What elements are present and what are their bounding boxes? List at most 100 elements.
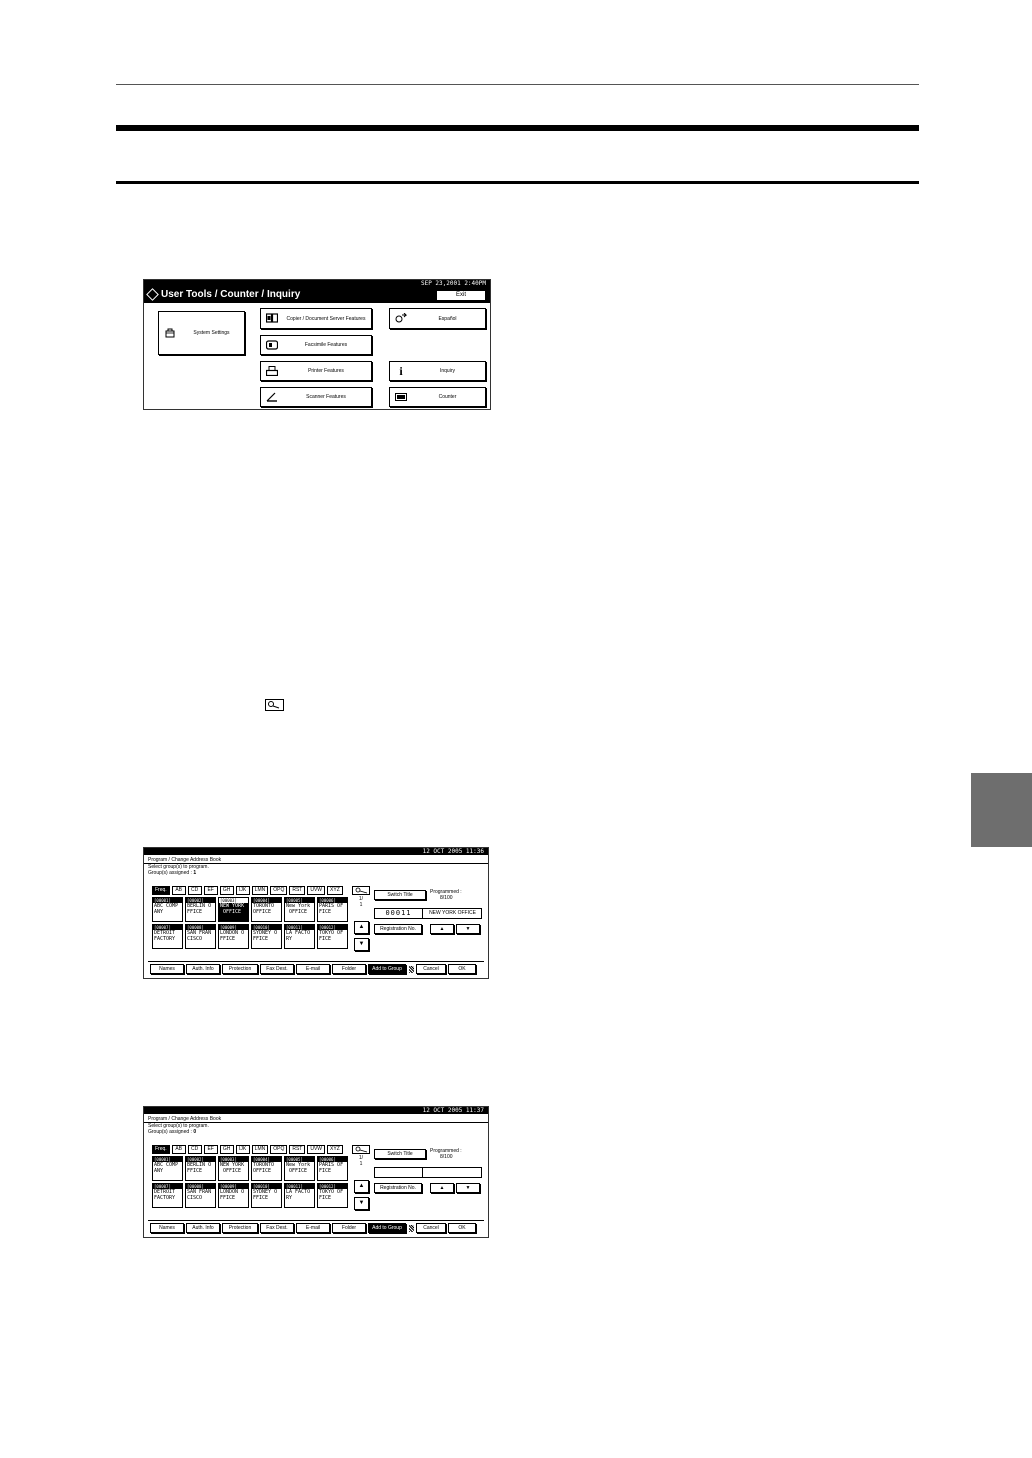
address-entry[interactable]: [00005] New York OFFICE (284, 1156, 315, 1181)
index-tab-freq[interactable]: Freq. (152, 886, 170, 895)
search-button[interactable] (352, 1145, 370, 1154)
registration-no-button[interactable]: Registration No. (374, 924, 422, 934)
index-tab-ijk[interactable]: IJK (235, 1145, 250, 1154)
scroll-down-button[interactable]: ▼ (456, 1183, 480, 1193)
address-entry[interactable]: [00010] SYDNEY O FFICE (251, 1183, 282, 1208)
index-tab-cd[interactable]: CD (187, 886, 202, 895)
auth-info-tab[interactable]: Auth. Info (186, 1223, 220, 1233)
page-up-button[interactable]: ▲ (354, 921, 369, 934)
exit-button[interactable]: Exit (436, 290, 486, 301)
address-entry[interactable]: [00001] ABC COMP ANY (152, 1156, 183, 1181)
registration-name: NEW YORK OFFICE (429, 910, 476, 916)
address-entry[interactable]: [00007] DETROIT FACTORY (152, 924, 183, 949)
address-entry[interactable]: [00006] PARIS OF FICE (317, 897, 348, 922)
registration-no-button[interactable]: Registration No. (374, 1183, 422, 1193)
inquiry-button[interactable]: i Inquiry (389, 361, 486, 381)
address-entry[interactable]: [00012] TOKYO OF FICE (317, 924, 348, 949)
e-mail-tab[interactable]: E-mail (296, 964, 330, 974)
address-entry[interactable]: [00011] LA FACTO RY (284, 1183, 315, 1208)
printer-icon (266, 366, 278, 376)
printer-features-button[interactable]: Printer Features (260, 361, 372, 381)
ok-button[interactable]: OK (448, 1223, 476, 1233)
auth-info-tab[interactable]: Auth. Info (186, 964, 220, 974)
index-tab-ijk[interactable]: IJK (235, 886, 250, 895)
add-to-group-tab[interactable]: Add to Group (368, 1223, 406, 1233)
copier-features-button[interactable]: Copier / Document Server Features (260, 308, 372, 329)
names-tab[interactable]: Names (150, 1223, 184, 1233)
index-tab-freq[interactable]: Freq. (152, 1145, 170, 1154)
entry-name: ABC COMP ANY (154, 903, 179, 915)
cancel-button[interactable]: Cancel (416, 1223, 446, 1233)
address-entry[interactable]: [00009] LONDON O FFICE (218, 1183, 249, 1208)
protection-tab[interactable]: Protection (222, 964, 258, 974)
index-tab-cd[interactable]: CD (187, 1145, 202, 1154)
screen-title: User Tools / Counter / Inquiry (161, 289, 301, 300)
cancel-button[interactable]: Cancel (416, 964, 446, 974)
index-tab-ef[interactable]: EF (203, 1145, 218, 1154)
index-tab-opq[interactable]: OPQ (270, 886, 288, 895)
index-tab-gh[interactable]: GH (219, 886, 234, 895)
user-tools-screen: SEP 23,2001 2:40PM User Tools / Counter … (143, 279, 491, 410)
counter-button[interactable]: Counter (389, 387, 486, 407)
entry-name: PARIS OF FICE (319, 1162, 344, 1174)
page-up-button[interactable]: ▲ (354, 1180, 369, 1193)
address-entry[interactable]: [00004] TORONTO OFFICE (251, 897, 282, 922)
header-rule (116, 84, 919, 85)
address-entry[interactable]: [00008] SAN FRAN CISCO (185, 1183, 216, 1208)
address-entry[interactable]: [00010] SYDNEY O FFICE (251, 924, 282, 949)
index-tab-lmn[interactable]: LMN (251, 1145, 269, 1154)
address-entry[interactable]: [00001] ABC COMP ANY (152, 897, 183, 922)
address-entry[interactable]: [00002] BERLIN O FFICE (185, 1156, 216, 1181)
scanner-features-button[interactable]: Scanner Features (260, 387, 372, 407)
index-tab-ab[interactable]: AB (171, 1145, 186, 1154)
programmed-count: Programmed :8/100 (430, 889, 462, 901)
address-entry[interactable]: [00003] NEW YORK OFFICE (218, 1156, 249, 1181)
index-tabs: Freq. AB CD EF GH IJK LMN OPQ RST UVW XYZ (152, 1145, 343, 1154)
ok-button[interactable]: OK (448, 964, 476, 974)
scroll-up-button[interactable]: ▲ (430, 1183, 454, 1193)
page-down-button[interactable]: ▼ (354, 938, 369, 951)
search-button[interactable] (352, 886, 370, 895)
address-entry[interactable]: [00005] New York OFFICE (284, 897, 315, 922)
index-tab-xyz[interactable]: XYZ (327, 886, 343, 895)
address-entry[interactable]: [00002] BERLIN O FFICE (185, 897, 216, 922)
index-tab-uvw[interactable]: UVW (307, 1145, 326, 1154)
folder-tab[interactable]: Folder (332, 1223, 366, 1233)
index-tab-xyz[interactable]: XYZ (327, 1145, 343, 1154)
protection-tab[interactable]: Protection (222, 1223, 258, 1233)
scroll-up-button[interactable]: ▲ (430, 924, 454, 934)
address-entry[interactable]: [00009] LONDON O FFICE (218, 924, 249, 949)
index-tab-rst[interactable]: RST (289, 1145, 306, 1154)
index-tab-ab[interactable]: AB (171, 886, 186, 895)
address-entry[interactable]: [00012] TOKYO OF FICE (317, 1183, 348, 1208)
names-tab[interactable]: Names (150, 964, 184, 974)
language-espanol-button[interactable]: Español (389, 308, 486, 329)
index-tab-gh[interactable]: GH (219, 1145, 234, 1154)
index-tab-uvw[interactable]: UVW (307, 886, 326, 895)
address-entry[interactable]: [00003] NEW YORK OFFICE (218, 897, 249, 922)
system-settings-button[interactable]: System Settings (158, 311, 245, 355)
fax-dest-tab[interactable]: Fax Dest. (260, 964, 294, 974)
folder-tab[interactable]: Folder (332, 964, 366, 974)
index-tab-rst[interactable]: RST (289, 886, 306, 895)
index-tab-ef[interactable]: EF (203, 886, 218, 895)
index-tab-opq[interactable]: OPQ (270, 1145, 288, 1154)
address-entry[interactable]: [00007] DETROIT FACTORY (152, 1183, 183, 1208)
add-to-group-tab[interactable]: Add to Group (368, 964, 406, 974)
entry-name: SAN FRAN CISCO (187, 1189, 212, 1201)
switch-title-button[interactable]: Switch Title (374, 1149, 426, 1159)
switch-title-button[interactable]: Switch Title (374, 890, 426, 900)
scroll-down-button[interactable]: ▼ (456, 924, 480, 934)
fax-dest-tab[interactable]: Fax Dest. (260, 1223, 294, 1233)
e-mail-tab[interactable]: E-mail (296, 1223, 330, 1233)
separator-hatch (409, 1225, 414, 1232)
address-entry[interactable]: [00006] PARIS OF FICE (317, 1156, 348, 1181)
index-tab-lmn[interactable]: LMN (251, 886, 269, 895)
address-entry[interactable]: [00011] LA FACTO RY (284, 924, 315, 949)
fax-icon (266, 340, 278, 350)
page-down-button[interactable]: ▼ (354, 1197, 369, 1210)
address-entry[interactable]: [00008] SAN FRAN CISCO (185, 924, 216, 949)
address-entry[interactable]: [00004] TORONTO OFFICE (251, 1156, 282, 1181)
search-key-icon (265, 699, 284, 711)
facsimile-features-button[interactable]: Facsimile Features (260, 335, 372, 355)
